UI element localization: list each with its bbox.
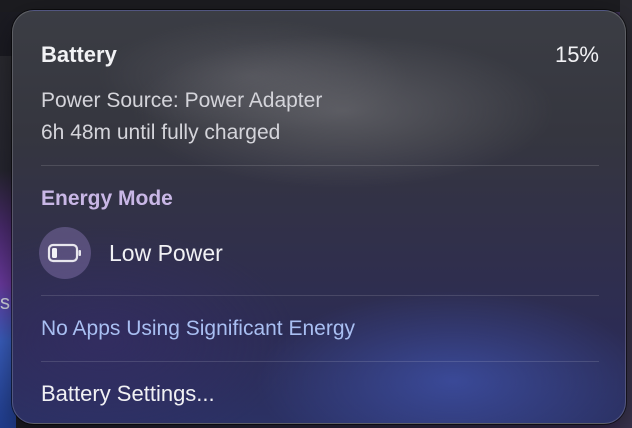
- energy-mode-heading: Energy Mode: [41, 187, 173, 210]
- battery-percentage: 15%: [554, 42, 599, 67]
- divider: [41, 361, 599, 362]
- background-window-fragment: s: [0, 292, 10, 314]
- significant-energy-status: No Apps Using Significant Energy: [41, 317, 356, 340]
- battery-title: Battery: [41, 42, 117, 67]
- low-power-label: Low Power: [109, 239, 223, 266]
- power-source-text: Power Source: Power Adapter: [41, 89, 323, 112]
- battery-low-icon: [39, 227, 91, 279]
- charge-time-text: 6h 48m until fully charged: [41, 121, 281, 144]
- low-power-mode-toggle[interactable]: Low Power: [39, 227, 223, 279]
- divider: [41, 295, 599, 296]
- divider: [41, 165, 599, 166]
- battery-settings-menu-item[interactable]: Battery Settings...: [41, 381, 215, 407]
- battery-menu-panel: Battery 15% Power Source: Power Adapter …: [12, 10, 626, 424]
